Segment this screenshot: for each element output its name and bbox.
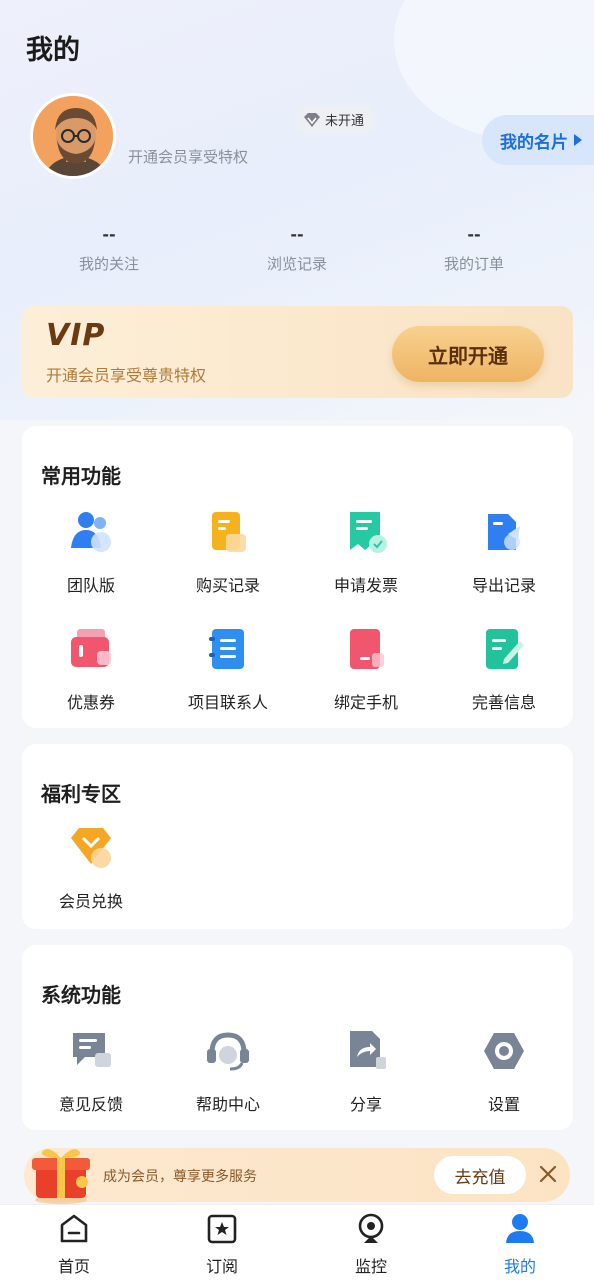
member-promo-bar[interactable]: 成为会员，尊享更多服务 去充值: [24, 1148, 570, 1204]
grid-item-coupon[interactable]: 优惠券: [22, 625, 160, 713]
help-center-icon: [204, 1027, 252, 1075]
vip-banner-subtitle: 开通会员享受尊贵特权: [46, 366, 207, 385]
grid-item-label: 优惠券: [66, 693, 115, 712]
grid-item-project-contact[interactable]: 项目联系人: [159, 625, 297, 713]
coupon-icon: [67, 625, 115, 673]
grid-item-label: 完善信息: [471, 693, 536, 712]
grid-item-help-center[interactable]: 帮助中心: [159, 1027, 297, 1115]
grid-item-label: 项目联系人: [187, 693, 268, 712]
grid-item-bind-phone[interactable]: 绑定手机: [297, 625, 435, 713]
settings-icon: [480, 1027, 528, 1075]
vip-status-badge: 未开通: [297, 106, 375, 133]
page-title: 我的: [26, 35, 80, 66]
export-record-icon: [480, 508, 528, 556]
grid-item-purchase-record[interactable]: 购买记录: [159, 508, 297, 596]
team-icon: [67, 508, 115, 556]
promo-text: 成为会员，尊享更多服务: [103, 1169, 257, 1185]
close-icon[interactable]: [536, 1162, 560, 1186]
section-title: 常用功能: [41, 464, 121, 488]
tab-monitor[interactable]: 监控: [297, 1213, 445, 1277]
grid-item-label: 申请发票: [333, 576, 398, 595]
grid-item-feedback[interactable]: 意见反馈: [22, 1027, 160, 1115]
grid-item-label: 购买记录: [195, 576, 260, 595]
home-icon: [59, 1213, 89, 1245]
diamond-icon: [304, 112, 320, 127]
stat-value: --: [467, 225, 481, 244]
member-exchange-icon: [67, 824, 115, 872]
stat-value: --: [102, 225, 116, 244]
avatar[interactable]: [30, 93, 116, 179]
tab-label: 监控: [354, 1257, 387, 1276]
recharge-button[interactable]: 去充值: [434, 1156, 526, 1194]
my-card-button[interactable]: 我的名片: [482, 115, 594, 165]
grid-item-share[interactable]: 分享: [297, 1027, 435, 1115]
tab-home[interactable]: 首页: [0, 1213, 148, 1277]
grid-item-invoice[interactable]: 申请发票: [297, 508, 435, 596]
grid-item-edit-info[interactable]: 完善信息: [435, 625, 573, 713]
stat-history[interactable]: -- 浏览记录: [227, 225, 367, 274]
grid-item-label: 分享: [349, 1095, 382, 1114]
stat-label: 浏览记录: [266, 255, 327, 273]
grid-item-label: 意见反馈: [58, 1095, 123, 1114]
share-icon: [342, 1027, 390, 1075]
vip-banner[interactable]: VIP 开通会员享受尊贵特权 立即开通: [22, 306, 573, 398]
stat-value: --: [290, 225, 304, 244]
stat-orders[interactable]: -- 我的订单: [404, 225, 544, 274]
grid-item-member-exchange[interactable]: 会员兑换: [22, 824, 160, 912]
invoice-icon: [342, 508, 390, 556]
stat-label: 我的订单: [443, 255, 504, 273]
bind-phone-icon: [342, 625, 390, 673]
subscribe-icon: [207, 1213, 237, 1245]
stats-row: -- 我的关注 -- 浏览记录 -- 我的订单: [0, 225, 594, 285]
grid-item-label: 帮助中心: [195, 1095, 260, 1114]
tab-profile[interactable]: 我的: [446, 1213, 594, 1277]
stat-label: 我的关注: [78, 255, 139, 273]
tab-label: 我的: [503, 1257, 536, 1276]
purchase-record-icon: [204, 508, 252, 556]
project-contact-icon: [204, 625, 252, 673]
profile-subtitle: 开通会员享受特权: [128, 148, 249, 166]
grid-item-label: 会员兑换: [58, 892, 123, 911]
grid-item-export-record[interactable]: 导出记录: [435, 508, 573, 596]
system-functions-panel: 系统功能 意见反馈 帮助中心 分享 设置: [22, 945, 573, 1130]
open-vip-button[interactable]: 立即开通: [392, 326, 544, 382]
vip-logo: VIP: [46, 318, 106, 353]
welfare-panel: 福利专区 会员兑换: [22, 744, 573, 929]
edit-info-icon: [480, 625, 528, 673]
tab-label: 首页: [57, 1257, 90, 1276]
tab-subscribe[interactable]: 订阅: [148, 1213, 296, 1277]
monitor-icon: [356, 1213, 386, 1245]
grid-item-settings[interactable]: 设置: [435, 1027, 573, 1115]
username: [128, 104, 288, 126]
grid-item-label: 团队版: [66, 576, 115, 595]
section-title: 福利专区: [41, 782, 121, 806]
section-title: 系统功能: [41, 983, 121, 1007]
profile-icon: [505, 1213, 535, 1245]
grid-item-label: 导出记录: [471, 576, 536, 595]
triangle-right-icon: [574, 134, 582, 146]
grid-item-team[interactable]: 团队版: [22, 508, 160, 596]
feedback-icon: [67, 1027, 115, 1075]
stat-following[interactable]: -- 我的关注: [39, 225, 179, 274]
vip-status-label: 未开通: [325, 114, 365, 129]
bottom-tab-bar: 首页 订阅 监控 我的: [0, 1204, 594, 1280]
gift-box-icon: [28, 1142, 94, 1204]
tab-label: 订阅: [205, 1257, 238, 1276]
grid-item-label: 绑定手机: [333, 693, 398, 712]
my-card-label: 我的名片: [500, 132, 568, 153]
common-functions-panel: 常用功能 团队版 购买记录 申请发票 导出记录 优惠券 项目联系人 绑定手机 完…: [22, 426, 573, 728]
grid-item-label: 设置: [487, 1095, 520, 1114]
